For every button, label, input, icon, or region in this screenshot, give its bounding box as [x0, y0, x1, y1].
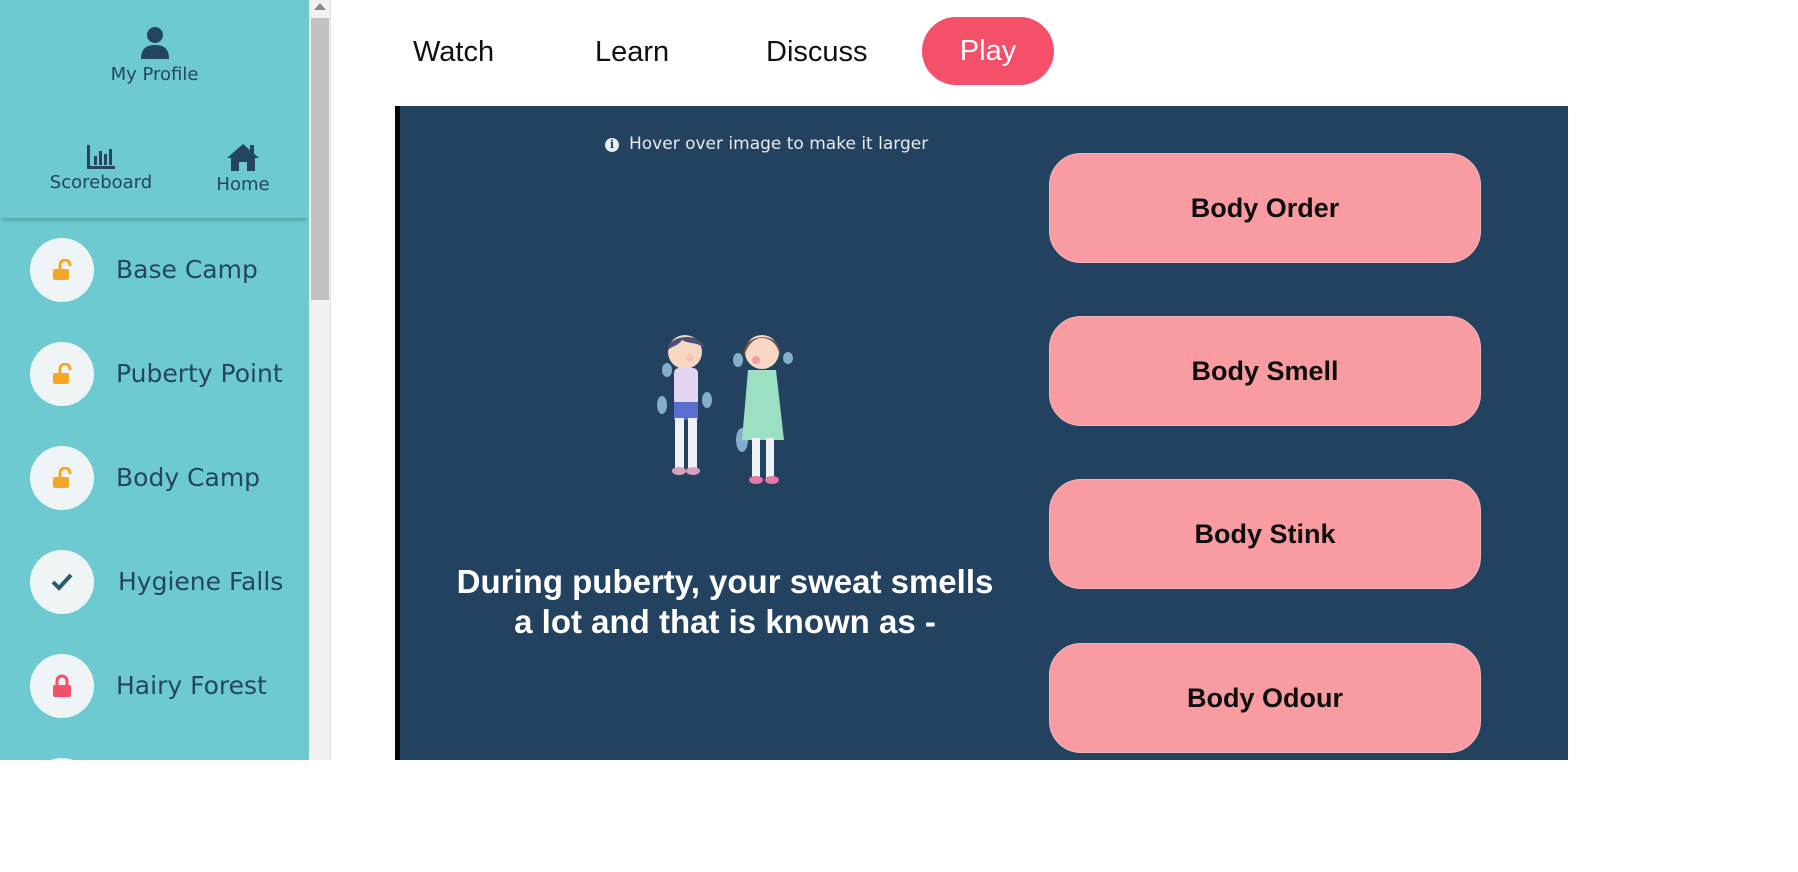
- level-name: Hairy Forest: [116, 671, 267, 700]
- home-label: Home: [216, 174, 270, 195]
- quiz-illustration[interactable]: [652, 330, 802, 500]
- level-item-hairy-forest[interactable]: Hairy Forest: [30, 654, 300, 718]
- sidebar-scrollbar[interactable]: [309, 0, 331, 760]
- tab-play[interactable]: Play: [922, 17, 1054, 85]
- level-name: Hygiene Falls: [118, 567, 284, 596]
- level-name: Puberty Point: [116, 359, 283, 388]
- scroll-up-arrow-icon[interactable]: [314, 3, 326, 10]
- info-icon: i: [605, 138, 619, 152]
- scoreboard-label: Scoreboard: [49, 172, 153, 193]
- girl-figure-icon: [733, 335, 793, 484]
- home-link[interactable]: Home: [205, 142, 281, 195]
- level-item-puberty-point[interactable]: Puberty Point: [30, 342, 300, 406]
- hover-hint-text: Hover over image to make it larger: [629, 134, 929, 154]
- sidebar: My Profile Scoreboard Home Base Camp Pub…: [0, 0, 309, 760]
- scoreboard-link[interactable]: Scoreboard: [40, 144, 162, 193]
- level-item-next[interactable]: [30, 758, 300, 760]
- answer-option-4[interactable]: Body Odour: [1049, 643, 1481, 753]
- level-status-badge: [30, 654, 94, 718]
- user-icon: [140, 27, 169, 59]
- check-icon: [51, 573, 73, 591]
- quick-nav: Scoreboard Home: [0, 120, 309, 218]
- answer-option-3[interactable]: Body Stink: [1049, 479, 1481, 589]
- level-item-hygiene-falls[interactable]: Hygiene Falls: [30, 550, 300, 614]
- level-item-base-camp[interactable]: Base Camp: [30, 238, 300, 302]
- level-status-badge: [30, 342, 94, 406]
- level-item-body-camp[interactable]: Body Camp: [30, 446, 300, 510]
- level-name: Body Camp: [116, 463, 261, 492]
- tab-watch[interactable]: Watch: [413, 20, 494, 84]
- level-status-badge: [30, 758, 94, 760]
- tab-learn[interactable]: Learn: [595, 20, 669, 84]
- level-status-badge: [30, 446, 94, 510]
- answer-option-1[interactable]: Body Order: [1049, 153, 1481, 263]
- lock-closed-icon: [53, 674, 71, 697]
- level-name: Base Camp: [116, 255, 258, 284]
- my-profile-link[interactable]: My Profile: [0, 26, 309, 85]
- home-icon: [227, 144, 259, 171]
- hover-hint: i Hover over image to make it larger: [605, 134, 928, 154]
- lock-open-icon: [53, 259, 72, 280]
- tab-discuss[interactable]: Discuss: [766, 20, 868, 84]
- quiz-panel: i Hover over image to make it larger Dur…: [395, 106, 1568, 760]
- level-status-badge: [30, 550, 94, 614]
- scrollbar-thumb[interactable]: [311, 18, 329, 300]
- my-profile-label: My Profile: [110, 64, 199, 85]
- bar-chart-icon: [87, 145, 115, 169]
- lock-open-icon: [53, 363, 72, 384]
- boy-figure-icon: [657, 335, 712, 475]
- question-text: During puberty, your sweat smells a lot …: [456, 563, 994, 640]
- answer-option-2[interactable]: Body Smell: [1049, 316, 1481, 426]
- level-status-badge: [30, 238, 94, 302]
- content-tabs: Watch Learn Discuss Play: [331, 0, 1568, 105]
- lock-open-icon: [53, 467, 72, 488]
